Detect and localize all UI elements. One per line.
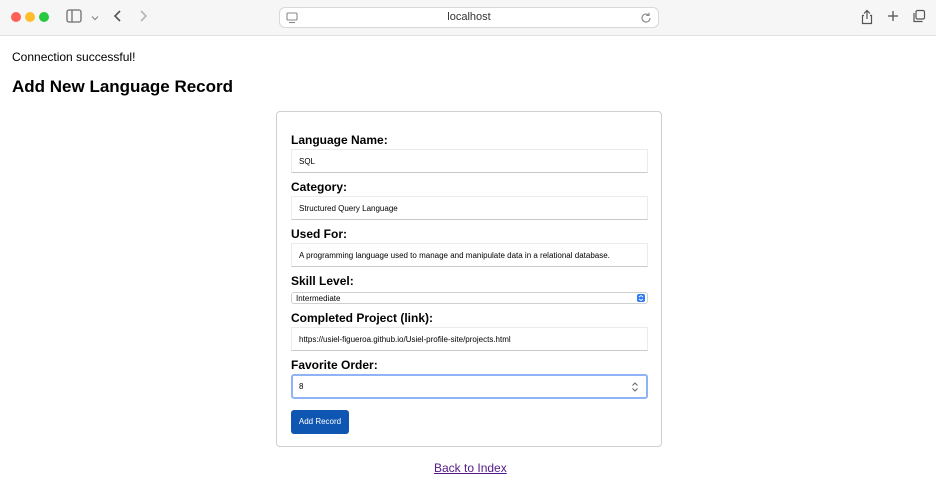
skill-level-label: Skill Level: <box>291 274 354 288</box>
new-tab-icon[interactable] <box>884 9 902 27</box>
close-window-button[interactable] <box>11 12 21 22</box>
sidebar-icon[interactable] <box>65 9 83 27</box>
category-label: Category: <box>291 180 348 194</box>
address-bar[interactable]: localhost <box>279 7 659 28</box>
language-name-input[interactable] <box>291 149 648 173</box>
browser-toolbar: localhost <box>0 0 936 36</box>
used-for-input[interactable] <box>291 243 648 267</box>
skill-level-select[interactable]: Intermediate <box>291 292 648 304</box>
add-language-form: Language Name: Category: Used For: Skill… <box>276 111 662 447</box>
page-title: Add New Language Record <box>12 77 234 96</box>
language-name-label: Language Name: <box>291 133 388 147</box>
completed-project-input[interactable] <box>291 327 648 351</box>
number-stepper-icon[interactable] <box>631 381 639 393</box>
share-icon[interactable] <box>858 9 876 27</box>
minimize-window-button[interactable] <box>25 12 35 22</box>
favorite-order-value: 8 <box>299 382 304 391</box>
tabs-overview-icon[interactable] <box>910 9 928 27</box>
forward-arrow-icon[interactable] <box>134 9 152 27</box>
chevron-down-icon[interactable] <box>86 9 104 27</box>
favorite-order-label: Favorite Order: <box>291 358 378 372</box>
skill-level-value: Intermediate <box>296 294 341 303</box>
back-arrow-icon[interactable] <box>109 9 127 27</box>
url-text: localhost <box>447 11 491 23</box>
maximize-window-button[interactable] <box>39 12 49 22</box>
connection-status: Connection successful! <box>12 50 136 64</box>
reload-icon[interactable] <box>639 11 653 25</box>
completed-project-label: Completed Project (link): <box>291 311 434 325</box>
category-input[interactable] <box>291 196 648 220</box>
add-record-button[interactable]: Add Record <box>291 410 349 434</box>
select-chevron-icon <box>637 294 645 302</box>
favorite-order-input[interactable]: 8 <box>291 374 648 399</box>
used-for-label: Used For: <box>291 227 348 241</box>
back-to-index-link[interactable]: Back to Index <box>434 461 507 475</box>
